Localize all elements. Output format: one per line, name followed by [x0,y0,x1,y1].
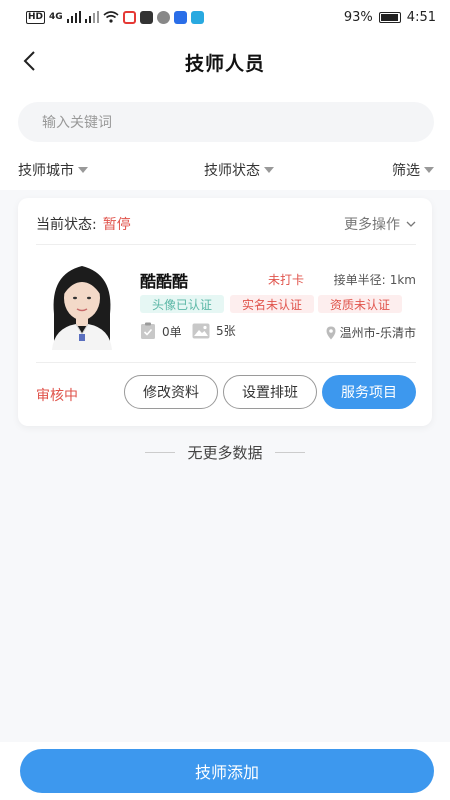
status-value: 暂停 [102,217,131,233]
location: 温州市-乐清市 [326,324,416,341]
card-divider [36,362,416,363]
chevron-down-icon [406,221,416,227]
back-button[interactable] [14,46,44,76]
battery-percent: 93% [343,9,373,25]
badge-avatar-verified: 头像已认证 [140,295,224,313]
filter-city-dropdown[interactable]: 技师城市 [18,160,88,180]
app-notification-icon [139,10,153,24]
clipboard-check-icon [141,322,155,339]
filter-city-label: 技师城市 [18,163,74,179]
page-title: 技师人员 [184,52,265,75]
filter-status-dropdown[interactable]: 技师状态 [204,160,274,180]
badge-qualification-unverified: 资质未认证 [318,295,402,313]
caret-down-icon [78,167,88,173]
radius-value: 1km [389,273,416,287]
set-schedule-button[interactable]: 设置排班 [223,375,317,409]
service-items-button[interactable]: 服务项目 [322,375,416,409]
photo-count-value: 5张 [216,324,236,338]
order-radius: 接单半径: 1km [334,271,416,288]
location-pin-icon [326,326,336,339]
battery-icon [378,11,401,23]
caret-down-icon [424,167,434,173]
card-header: 当前状态: 暂停 更多操作 [36,214,416,234]
search-placeholder: 输入关键词 [42,115,112,131]
edit-profile-button[interactable]: 修改资料 [124,375,218,409]
app-notification-icon [190,10,204,24]
order-count-value: 0单 [162,324,182,339]
filter-status-label: 技师状态 [204,163,260,179]
list-end-indicator: 无更多数据 [0,440,450,464]
order-count: 0单 [140,322,182,340]
filter-screen-dropdown[interactable]: 筛选 [392,160,434,180]
avatar [40,254,124,350]
hd-indicator: HD [26,10,46,24]
location-text: 温州市-乐清市 [339,326,416,340]
technician-card: 当前状态: 暂停 更多操作 酷酷酷 未打卡 接单半径: 1km 头像已认证 实名… [18,198,432,426]
clock: 4:51 [406,9,436,25]
technician-name: 酷酷酷 [140,272,189,291]
chevron-left-icon [23,51,35,71]
current-status: 当前状态: 暂停 [36,214,131,234]
status-bar-right: 93% 4:51 [344,10,436,25]
wifi-icon [103,11,119,23]
badge-realname-unverified: 实名未认证 [230,295,314,313]
filter-screen-label: 筛选 [392,163,420,179]
status-bar-left: HD 4G [26,10,204,24]
divider-line [145,451,176,453]
search-filter-area: 输入关键词 技师城市 技师状态 筛选 [0,90,450,190]
app-notification-icon [122,10,136,24]
signal-2-icon [84,11,99,23]
add-technician-button[interactable]: 技师添加 [20,749,434,793]
search-input[interactable]: 输入关键词 [18,102,434,142]
status-label: 当前状态: [36,217,97,233]
divider-line [274,451,305,453]
app-notification-icon [156,10,170,24]
more-operations-label: 更多操作 [344,217,400,233]
image-icon [192,323,210,338]
photo-count: 5张 [192,322,236,339]
filter-row: 技师城市 技师状态 筛选 [0,160,450,184]
app-notification-icon [173,10,187,24]
nav-bar: 技师人员 [0,34,450,90]
list-end-text: 无更多数据 [187,443,263,462]
review-status: 审核中 [36,388,78,404]
card-divider [36,244,416,245]
caret-down-icon [264,167,274,173]
status-bar: HD 4G 93% 4:51 [0,0,450,34]
radius-label: 接单半径: [333,273,386,287]
more-operations-button[interactable]: 更多操作 [344,214,416,234]
punch-status: 未打卡 [268,273,305,287]
signal-4g-indicator: 4G [49,12,63,22]
signal-icon [66,11,81,23]
